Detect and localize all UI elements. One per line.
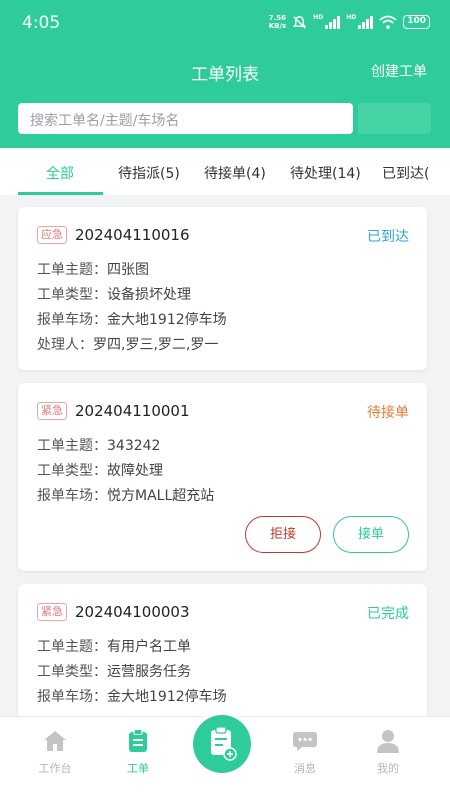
order-field: 工单类型：设备损坏处理 (37, 284, 191, 304)
field-value: 有用户名工单 (107, 639, 191, 655)
accept-button[interactable]: 接单 (333, 516, 409, 553)
tab-bar: 全部 待指派(5) 待接单(4) 待处理(14) 已到达( (0, 148, 450, 195)
field-value: 悦方MALL超充站 (107, 488, 215, 504)
net-speed-value: 7.56 (268, 14, 287, 22)
tab-pending-process[interactable]: 待处理(14) (290, 163, 361, 183)
field-key: 工单主题： (37, 262, 107, 278)
order-status: 已完成 (367, 606, 409, 622)
field-value: 343242 (107, 438, 161, 454)
net-speed: 7.56 KB/s (269, 14, 286, 30)
nav-workbench[interactable]: 工作台 (25, 729, 85, 776)
order-field: 报单车场：悦方MALL超充站 (37, 485, 214, 505)
order-card[interactable]: 紧急 202404100003 已完成 工单主题：有用户名工单 工单类型：运营服… (18, 584, 427, 724)
status-icons: 7.56 KB/s HD HD 100 (269, 14, 430, 30)
order-field: 工单主题：四张图 (37, 259, 149, 279)
order-number: 202404110001 (75, 402, 190, 420)
order-field: 报单车场：金大地1912停车场 (37, 686, 227, 706)
priority-tag: 紧急 (37, 402, 67, 420)
tab-active-indicator (18, 192, 103, 195)
order-field: 工单类型：故障处理 (37, 460, 163, 480)
nav-profile[interactable]: 我的 (358, 729, 418, 776)
order-field: 处理人：罗四,罗三,罗二,罗一 (37, 334, 218, 354)
user-icon (377, 730, 399, 753)
signal-icon (325, 15, 341, 29)
nav-label: 消息 (294, 762, 316, 775)
hd-label-2: HD (346, 14, 357, 21)
field-value: 运营服务任务 (107, 664, 191, 680)
search-button[interactable] (358, 103, 431, 134)
order-field: 工单主题：343242 (37, 435, 160, 455)
status-bar: 4:05 7.56 KB/s HD HD 100 (0, 0, 450, 46)
field-key: 工单主题： (37, 438, 107, 454)
bell-muted-icon (293, 15, 307, 29)
nav-orders[interactable]: 工单 (108, 729, 168, 776)
nav-label: 工作台 (38, 762, 72, 775)
chat-icon (293, 732, 317, 751)
hd-label-1: HD (313, 14, 324, 21)
net-speed-unit: KB/s (268, 22, 287, 30)
signal-icon-2 (358, 15, 374, 29)
priority-tag: 应急 (37, 226, 67, 244)
order-field: 报单车场：金大地1912停车场 (37, 309, 227, 329)
search-placeholder: 搜索工单名/主题/车场名 (30, 113, 180, 129)
field-key: 报单车场： (37, 488, 107, 504)
create-order-button[interactable]: 创建工单 (371, 61, 427, 81)
field-key: 工单类型： (37, 463, 107, 479)
home-icon (44, 731, 66, 751)
tab-pending-assign[interactable]: 待指派(5) (118, 163, 180, 183)
field-value: 设备损坏处理 (107, 287, 191, 303)
nav-label: 我的 (377, 762, 399, 775)
field-key: 处理人： (37, 337, 93, 353)
order-card[interactable]: 应急 202404110016 已到达 工单主题：四张图 工单类型：设备损坏处理… (18, 207, 427, 370)
field-value: 故障处理 (107, 463, 163, 479)
tab-all[interactable]: 全部 (46, 163, 74, 183)
field-value: 金大地1912停车场 (107, 689, 227, 705)
order-card[interactable]: 紧急 202404110001 待接单 工单主题：343242 工单类型：故障处… (18, 383, 427, 571)
tab-pending-accept[interactable]: 待接单(4) (204, 163, 266, 183)
field-key: 工单类型： (37, 664, 107, 680)
nav-label: 工单 (127, 762, 149, 775)
create-fab-button[interactable] (193, 715, 251, 773)
order-status: 待接单 (367, 405, 409, 421)
search-input[interactable]: 搜索工单名/主题/车场名 (18, 103, 353, 134)
status-time: 4:05 (22, 13, 61, 33)
add-clipboard-icon (211, 726, 237, 761)
field-key: 报单车场： (37, 312, 107, 328)
order-number: 202404100003 (75, 603, 190, 621)
order-field: 工单类型：运营服务任务 (37, 661, 191, 681)
field-key: 工单主题： (37, 639, 107, 655)
battery-icon: 100 (403, 15, 430, 29)
order-number: 202404110016 (75, 226, 190, 244)
field-value: 罗四,罗三,罗二,罗一 (93, 337, 219, 353)
field-key: 报单车场： (37, 689, 107, 705)
priority-tag: 紧急 (37, 603, 67, 621)
order-field: 工单主题：有用户名工单 (37, 636, 191, 656)
field-value: 金大地1912停车场 (107, 312, 227, 328)
tab-arrived[interactable]: 已到达( (382, 163, 429, 183)
reject-button[interactable]: 拒接 (245, 516, 321, 553)
field-key: 工单类型： (37, 287, 107, 303)
wifi-icon (379, 15, 397, 29)
nav-messages[interactable]: 消息 (275, 729, 335, 776)
clipboard-icon (129, 729, 147, 752)
field-value: 四张图 (107, 262, 149, 278)
order-status: 已到达 (367, 229, 409, 245)
